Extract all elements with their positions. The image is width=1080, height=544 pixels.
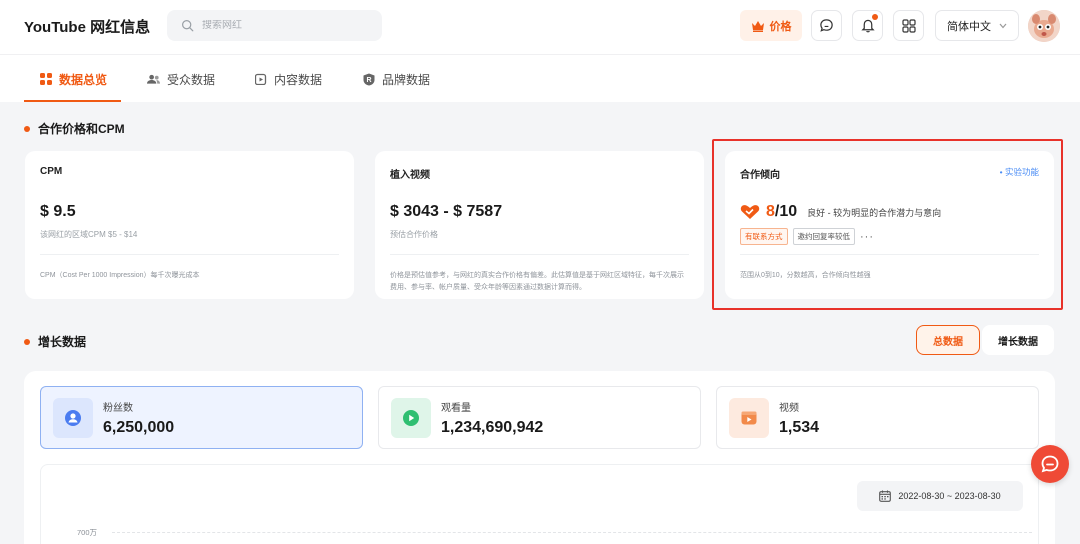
users-icon	[147, 74, 160, 84]
video-file-icon	[255, 73, 267, 85]
tab-label: 内容数据	[274, 72, 323, 87]
search-input[interactable]	[202, 20, 372, 31]
calendar-icon	[879, 490, 892, 502]
metric-icon-box	[729, 398, 769, 438]
play-icon	[403, 410, 419, 426]
metric-icon-box	[391, 398, 431, 438]
embedded-video-title: 植入视频	[390, 170, 430, 181]
tab-label: 数据总览	[59, 72, 108, 87]
language-label: 简体中文	[947, 20, 991, 33]
tab-bar: 数据总览 受众数据 内容数据 R 品牌数据	[0, 54, 1080, 102]
price-button[interactable]: 价格	[740, 10, 802, 41]
cpm-title: CPM	[40, 166, 63, 177]
crown-icon	[751, 20, 764, 32]
metric-value: 1,534	[779, 419, 820, 436]
avatar-image	[1028, 10, 1060, 42]
section-cooperation: 合作价格和CPM	[24, 120, 125, 137]
divider	[40, 254, 339, 255]
brand-shield-icon: R	[363, 73, 375, 85]
cpm-foot: CPM（Cost Per 1000 Impression）每千次曝光成本	[40, 272, 200, 279]
date-range-picker[interactable]: 2022-08-30 ~ 2023-08-30	[857, 481, 1023, 511]
section-growth: 增长数据	[24, 333, 86, 350]
embedded-video-foot: 价格是预估值参考，与网红的真实合作价格有偏差。此估算值是基于网红区域特征，每千次…	[390, 272, 684, 291]
embedded-video-sub: 预估合作价格	[390, 230, 438, 239]
metric-icon-box	[53, 398, 93, 438]
top-header: YouTube 网红信息 价格 简体中文	[0, 0, 1080, 54]
chat-support-button[interactable]	[1031, 445, 1069, 483]
grid-icon	[40, 73, 52, 85]
language-selector[interactable]: 简体中文	[935, 10, 1019, 41]
chevron-down-icon	[999, 23, 1007, 28]
section-title: 增长数据	[38, 335, 87, 349]
tab-brand[interactable]: R 品牌数据	[363, 55, 430, 103]
metric-value: 6,250,000	[103, 419, 175, 436]
active-tab-indicator	[24, 100, 121, 102]
price-label: 价格	[769, 20, 792, 33]
video-icon	[741, 411, 757, 425]
chat-bubble-icon	[820, 19, 833, 32]
apps-button[interactable]	[893, 10, 924, 41]
tab-label: 品牌数据	[382, 72, 431, 87]
tab-content[interactable]: 内容数据	[255, 55, 322, 103]
tab-overview[interactable]: 数据总览	[40, 55, 107, 103]
metric-label: 观看量	[441, 403, 471, 414]
metric-followers[interactable]: 粉丝数 6,250,000	[40, 386, 363, 449]
date-range-label: 2022-08-30 ~ 2023-08-30	[898, 491, 1001, 501]
chart-gridline	[112, 532, 1032, 533]
section-dot	[24, 125, 30, 132]
embedded-video-value: $ 3043 - $ 7587	[390, 203, 503, 220]
user-icon	[65, 410, 81, 426]
svg-text:R: R	[366, 77, 371, 84]
cpm-card: CPM $ 9.5 该网红的区域CPM $5 - $14 CPM（Cost Pe…	[25, 151, 354, 299]
message-button[interactable]	[811, 10, 842, 41]
y-axis-tick: 700万	[77, 528, 98, 537]
tab-audience[interactable]: 受众数据	[147, 55, 215, 103]
toggle-total-data[interactable]: 总数据	[916, 325, 980, 355]
cpm-sub: 该网红的区域CPM $5 - $14	[40, 230, 138, 239]
avatar[interactable]	[1028, 10, 1060, 42]
embedded-video-card: 植入视频 $ 3043 - $ 7587 预估合作价格 价格是预估值参考，与网红…	[375, 151, 704, 299]
app-title: YouTube 网红信息	[24, 19, 151, 36]
metric-views[interactable]: 观看量 1,234,690,942	[378, 386, 701, 449]
metric-label: 视频	[779, 403, 799, 414]
notification-button[interactable]	[852, 10, 883, 41]
divider	[390, 254, 689, 255]
toggle-growth-data[interactable]: 增长数据	[982, 325, 1054, 355]
cpm-value: $ 9.5	[40, 203, 76, 220]
tab-label: 受众数据	[167, 72, 216, 87]
section-title: 合作价格和CPM	[38, 122, 125, 136]
search-box[interactable]	[167, 10, 382, 41]
section-dot	[24, 338, 30, 345]
chat-icon	[1041, 455, 1059, 473]
bell-icon	[860, 19, 875, 33]
notification-dot	[872, 14, 878, 20]
highlight-box	[712, 139, 1063, 310]
apps-grid-icon	[901, 18, 916, 33]
metric-label: 粉丝数	[103, 403, 133, 414]
search-icon	[182, 20, 194, 32]
metric-videos[interactable]: 视频 1,534	[716, 386, 1039, 449]
metric-value: 1,234,690,942	[441, 419, 544, 436]
